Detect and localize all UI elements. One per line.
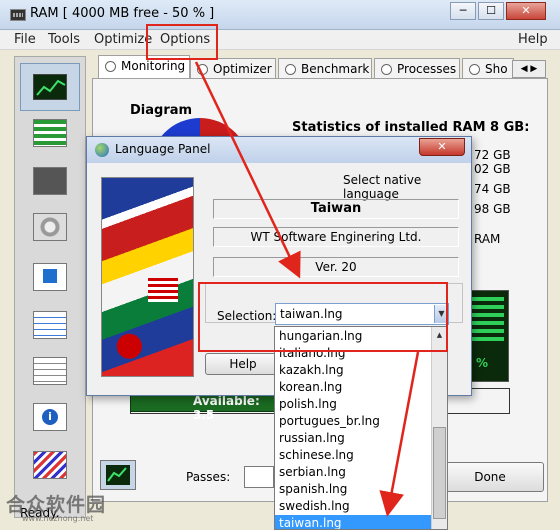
annotation-arrows — [194, 61, 420, 517]
arrow-options-to-selection — [194, 61, 301, 279]
arrow-selection-to-taiwan — [379, 351, 420, 517]
